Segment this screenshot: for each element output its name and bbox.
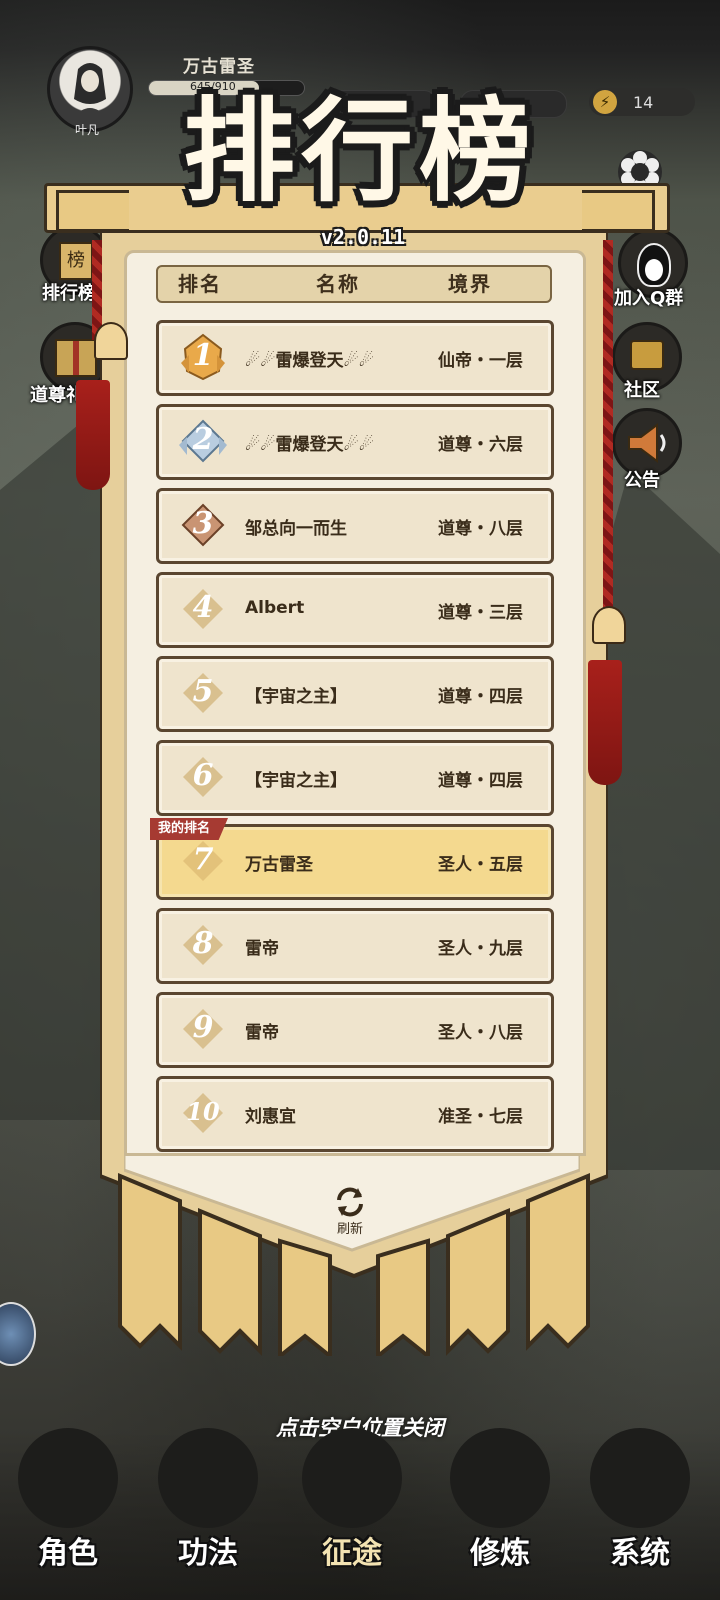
avatar-name: 叶凡 xyxy=(74,123,99,137)
refresh-label[interactable]: 刷新 xyxy=(330,1218,370,1237)
tassel-right xyxy=(588,660,622,785)
gift-box-icon xyxy=(55,339,97,377)
nav-label: 修炼 xyxy=(470,1536,530,1571)
nav-label: 功法 xyxy=(178,1536,238,1571)
realm-cell: 圣人・九层 xyxy=(438,939,523,959)
sword-icon xyxy=(302,1428,402,1528)
realm-cell: 道尊・四层 xyxy=(438,771,523,791)
realm-cell: 圣人・八层 xyxy=(438,1023,523,1043)
player-name-cell: 【宇宙之主】 xyxy=(245,771,347,791)
character-hooded-icon xyxy=(18,1428,118,1528)
realm-cell: 道尊・六层 xyxy=(438,435,523,455)
header-rank: 排名 xyxy=(178,272,222,296)
leaderboard-title: 排行榜 xyxy=(183,86,537,217)
header-realm: 境界 xyxy=(448,272,492,296)
player-avatar[interactable] xyxy=(47,46,133,132)
bell-left-icon xyxy=(94,322,128,360)
player-name-cell: ☄☄雷爆登天☄☄ xyxy=(245,435,374,455)
rank-number: 9 xyxy=(192,1010,214,1045)
side-label-qq-group: 加入Q群 xyxy=(614,288,684,309)
leaderboard-row[interactable]: 5 【宇宙之主】 道尊・四层 xyxy=(156,656,554,732)
leaderboard-row[interactable]: 6 【宇宙之主】 道尊・四层 xyxy=(156,740,554,816)
leaderboard-row[interactable]: 4 Albert 道尊・三层 xyxy=(156,572,554,648)
my-rank-tag: 我的排名 xyxy=(150,818,229,840)
rank-number: 7 xyxy=(192,842,214,877)
player-name-cell: 雷帝 xyxy=(245,1023,279,1043)
nav-system[interactable]: 系统 xyxy=(580,1420,700,1595)
side-label-announcement: 公告 xyxy=(624,470,660,491)
tassel-left xyxy=(76,380,110,490)
energy-value: 14 xyxy=(633,93,654,112)
rank-number: 6 xyxy=(192,758,214,793)
realm-cell: 仙帝・一层 xyxy=(438,351,523,371)
rank-number: 2 xyxy=(192,422,214,457)
realm-cell: 道尊・四层 xyxy=(438,687,523,707)
refresh-icon[interactable] xyxy=(332,1184,368,1220)
player-name-cell: ☄☄雷爆登天☄☄ xyxy=(245,351,374,371)
rod-end-right xyxy=(582,190,655,232)
avatar-portrait-icon xyxy=(72,63,108,119)
player-name: 万古雷圣 xyxy=(183,57,255,77)
player-name-cell: 刘惠宜 xyxy=(245,1107,296,1127)
penguin-icon xyxy=(637,243,671,287)
nav-label: 角色 xyxy=(38,1536,98,1571)
player-name-cell: 邹总向一而生 xyxy=(245,519,347,539)
rank-number: 5 xyxy=(192,674,214,709)
rank-number: 10 xyxy=(186,1097,220,1126)
lightning-icon: ⚡ xyxy=(593,90,617,114)
realm-cell: 圣人・五层 xyxy=(438,855,523,875)
leaderboard-row[interactable]: 1 ☄☄雷爆登天☄☄ 仙帝・一层 xyxy=(156,320,554,396)
chat-bubble-icon xyxy=(630,340,664,370)
rod-end-left xyxy=(56,190,129,232)
header-name: 名称 xyxy=(316,272,360,296)
nav-label: 征途 xyxy=(322,1536,382,1571)
player-name-cell: 雷帝 xyxy=(245,939,279,959)
leaderboard-row[interactable]: 9 雷帝 圣人・八层 xyxy=(156,992,554,1068)
leaderboard-row[interactable]: 8 雷帝 圣人・九层 xyxy=(156,908,554,984)
realm-cell: 道尊・三层 xyxy=(438,603,523,623)
realm-cell: 道尊・八层 xyxy=(438,519,523,539)
player-name-cell: 万古雷圣 xyxy=(245,855,313,875)
side-label-leaderboard: 排行榜 xyxy=(42,283,96,304)
rank-number: 1 xyxy=(192,338,214,373)
nav-character[interactable]: 角色 xyxy=(8,1420,128,1595)
rank-number: 8 xyxy=(192,926,214,961)
player-name-cell: 【宇宙之主】 xyxy=(245,687,347,707)
version-label: v2.0.11 xyxy=(320,225,406,249)
rank-number: 4 xyxy=(192,590,214,625)
nav-journey[interactable]: 征途 xyxy=(292,1420,412,1595)
nav-label: 系统 xyxy=(610,1536,670,1571)
tassel-cord-right xyxy=(603,240,613,620)
side-label-community: 社区 xyxy=(624,380,660,401)
nav-skills[interactable]: 功法 xyxy=(148,1420,268,1595)
leaderboard-row[interactable]: 2 ☄☄雷爆登天☄☄ 道尊・六层 xyxy=(156,404,554,480)
bell-right-icon xyxy=(592,606,626,644)
leaderboard-row[interactable]: 3 邹总向一而生 道尊・八层 xyxy=(156,488,554,564)
meditation-icon xyxy=(450,1428,550,1528)
nav-cultivation[interactable]: 修炼 xyxy=(440,1420,560,1595)
leaderboard-scroll-icon: 榜 xyxy=(59,242,93,280)
realm-cell: 准圣・七层 xyxy=(438,1107,523,1127)
book-icon xyxy=(158,1428,258,1528)
system-character-icon xyxy=(590,1428,690,1528)
rank-number: 3 xyxy=(192,506,214,541)
player-name-cell: Albert xyxy=(245,598,305,618)
leaderboard-row[interactable]: 10 刘惠宜 准圣・七层 xyxy=(156,1076,554,1152)
